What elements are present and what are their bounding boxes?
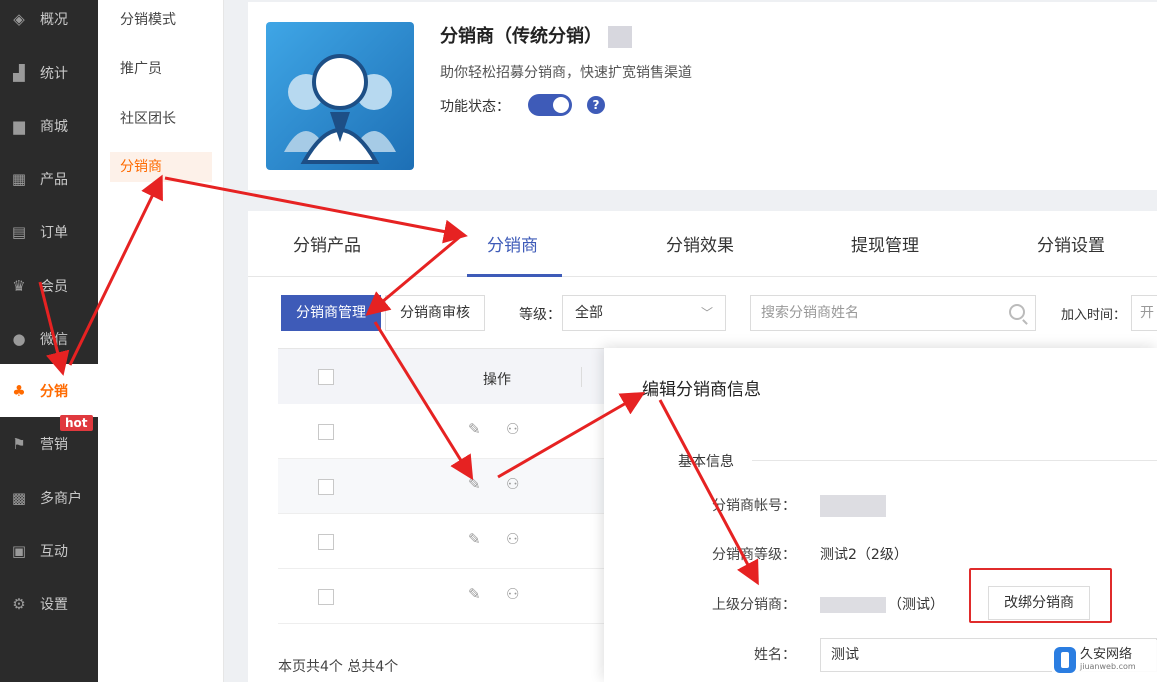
op-column-header: 操作 (483, 372, 511, 388)
submenu-item-community-leader[interactable]: 社区团长 (110, 104, 212, 134)
name-label: 姓名： (754, 647, 796, 663)
sidebar-item-stats[interactable]: ▟ 统计 (0, 46, 98, 99)
remove-user-icon[interactable]: ⚇ (506, 475, 519, 493)
account-value (820, 495, 886, 517)
distributor-review-button[interactable]: 分销商审核 (385, 295, 485, 331)
chevron-down-icon: ﹀ (700, 306, 713, 320)
feature-description: 助你轻松招募分销商，快速扩宽销售渠道 (440, 65, 692, 81)
account-label: 分销商帐号： (712, 498, 796, 514)
sidebar-item-label: 产品 (40, 171, 68, 188)
merchant-icon: ▩ (11, 488, 27, 507)
sidebar-item-label: 订单 (40, 224, 68, 241)
hot-badge: hot (60, 415, 93, 431)
level-label: 等级： (519, 307, 561, 323)
edit-icon[interactable]: ✎ (468, 475, 481, 493)
status-label: 功能状态： (440, 99, 510, 115)
layers-icon: ◈ (13, 9, 25, 28)
order-icon: ▤ (11, 222, 27, 241)
watermark: 久安网络 jiuanweb.com (1052, 640, 1157, 680)
remove-user-icon[interactable]: ⚇ (506, 420, 519, 438)
help-icon[interactable]: ? (587, 96, 605, 114)
tab-distribution-products[interactable]: 分销产品 (293, 231, 361, 256)
sidebar-item-label: 营销 (40, 436, 68, 453)
remove-user-icon[interactable]: ⚇ (506, 585, 519, 603)
sidebar-item-label: 微信 (40, 331, 68, 348)
row-checkbox[interactable] (318, 479, 334, 495)
tab-distribution-effect[interactable]: 分销效果 (666, 231, 734, 256)
distributor-manage-button[interactable]: 分销商管理 (281, 295, 381, 331)
feature-header-card: 分销商（传统分销） 助你轻松招募分销商，快速扩宽销售渠道 功能状态： ? (248, 2, 1157, 190)
level-value: 测试2（2级） (820, 547, 908, 563)
section-basic-info: 基本信息 (678, 454, 734, 470)
column-divider (581, 367, 582, 387)
watermark-title: 久安网络 (1080, 647, 1133, 662)
section-divider (752, 460, 1157, 461)
grid-icon: ▦ (11, 169, 27, 188)
sidebar-item-orders[interactable]: ▤ 订单 (0, 205, 98, 258)
sidebar-item-settings[interactable]: ⚙ 设置 (0, 577, 98, 630)
sidebar-item-merchants[interactable]: ▩ 多商户 (0, 471, 98, 524)
search-icon[interactable] (1009, 304, 1025, 320)
sidebar-item-overview[interactable]: ◈ 概况 (0, 0, 98, 45)
tab-distribution-settings[interactable]: 分销设置 (1037, 231, 1105, 256)
tab-bar: 分销产品 分销商 分销效果 提现管理 分销设置 (248, 211, 1157, 277)
level-label: 分销商等级： (712, 547, 796, 563)
sidebar-item-label: 统计 (40, 65, 68, 82)
feature-status-toggle[interactable] (528, 94, 572, 116)
select-all-checkbox[interactable] (318, 369, 334, 385)
remove-user-icon[interactable]: ⚇ (506, 530, 519, 548)
gear-icon: ⚙ (12, 594, 26, 613)
sidebar-item-members[interactable]: ♛ 会员 (0, 259, 98, 312)
distribution-submenu: 分销模式 推广员 社区团长 分销商 (98, 0, 224, 682)
sidebar-item-store[interactable]: ▆ 商城 (0, 99, 98, 152)
row-checkbox[interactable] (318, 424, 334, 440)
chart-icon: ▟ (13, 63, 25, 82)
row-checkbox[interactable] (318, 589, 334, 605)
submenu-item-distributor[interactable]: 分销商 (110, 152, 212, 182)
search-input[interactable]: 搜索分销商姓名 (750, 295, 1036, 331)
watermark-subtitle: jiuanweb.com (1080, 662, 1136, 671)
submenu-item-promoter[interactable]: 推广员 (110, 54, 212, 84)
row-checkbox[interactable] (318, 534, 334, 550)
crown-icon: ♛ (12, 276, 26, 295)
page-title: 分销商（传统分销） (440, 22, 632, 48)
sidebar-item-label: 商城 (40, 118, 68, 135)
edit-icon[interactable]: ✎ (468, 420, 481, 438)
submenu-item-mode[interactable]: 分销模式 (110, 5, 212, 35)
join-time-label: 加入时间： (1061, 308, 1127, 323)
level-select-value: 全部 (575, 305, 603, 321)
distribution-icon: ♣ (12, 381, 26, 400)
interact-icon: ▣ (11, 541, 27, 560)
edit-icon[interactable]: ✎ (468, 585, 481, 603)
level-select[interactable]: 全部 ﹀ (562, 295, 726, 331)
sidebar-item-label: 多商户 (40, 490, 82, 507)
sidebar-item-label: 会员 (40, 278, 68, 295)
distributor-logo (266, 22, 414, 170)
parent-distributor-value: （测试） (820, 594, 944, 614)
tab-distributors[interactable]: 分销商 (487, 231, 538, 256)
tab-withdrawal[interactable]: 提现管理 (851, 231, 919, 256)
rebind-distributor-button[interactable]: 改绑分销商 (988, 586, 1090, 620)
sidebar-item-label: 互动 (40, 543, 68, 560)
main-sidebar: ◈ 概况 ▟ 统计 ▆ 商城 ▦ 产品 ▤ 订单 ♛ 会员 ● 微信 ♣ 分销 … (0, 0, 98, 682)
watermark-logo-icon (1054, 647, 1076, 673)
sidebar-item-label: 设置 (40, 596, 68, 613)
store-icon: ▆ (13, 116, 25, 135)
edit-distributor-modal: 编辑分销商信息 基本信息 分销商帐号： 分销商等级： 测试2（2级） 上级分销商… (604, 348, 1157, 682)
sidebar-item-wechat[interactable]: ● 微信 (0, 312, 98, 365)
edit-icon[interactable]: ✎ (468, 530, 481, 548)
pagination-summary: 本页共4个 总共4个 (278, 659, 399, 675)
join-time-date-input[interactable]: 开 (1131, 295, 1157, 331)
sidebar-item-products[interactable]: ▦ 产品 (0, 152, 98, 205)
flag-icon: ⚑ (12, 434, 26, 453)
sidebar-item-label: 分销 (40, 383, 68, 400)
active-tab-indicator (467, 274, 562, 277)
sidebar-item-distribution[interactable]: ♣ 分销 (0, 364, 98, 417)
parent-distributor-label: 上级分销商： (712, 597, 796, 613)
sidebar-item-interact[interactable]: ▣ 互动 (0, 524, 98, 577)
search-placeholder: 搜索分销商姓名 (761, 305, 859, 321)
wechat-icon: ● (12, 329, 26, 348)
sidebar-item-label: 概况 (40, 11, 68, 28)
modal-title: 编辑分销商信息 (642, 380, 761, 400)
